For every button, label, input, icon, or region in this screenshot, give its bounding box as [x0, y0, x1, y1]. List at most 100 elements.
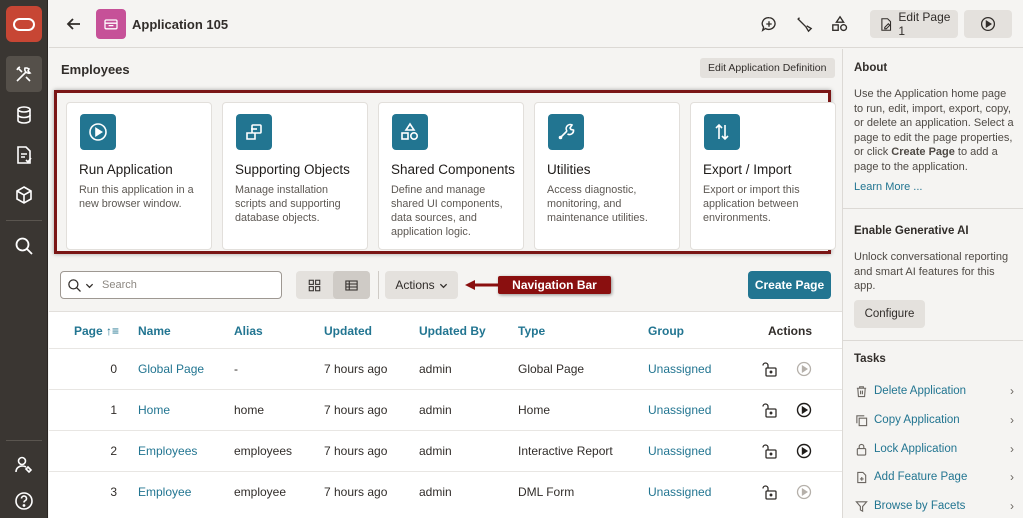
chevron-down-icon[interactable]: [85, 281, 94, 290]
wrench-icon: [548, 114, 584, 150]
cell-alias: employees: [234, 444, 293, 458]
column-header-updated-by[interactable]: Updated By: [419, 324, 486, 338]
card-export-import[interactable]: Export / Import Export or import this ap…: [690, 102, 836, 250]
edit-application-definition-button[interactable]: Edit Application Definition: [700, 58, 835, 78]
edit-page-label: Edit Page 1: [898, 10, 951, 38]
column-header-alias[interactable]: Alias: [234, 324, 263, 338]
cell-name-link[interactable]: Employee: [138, 485, 191, 499]
card-run-application[interactable]: Run Application Run this application in …: [66, 102, 212, 250]
cell-updated: 7 hours ago: [324, 444, 388, 458]
task-browse-by-facets[interactable]: Browse by Facets ›: [854, 496, 1014, 516]
card-description: Export or import this application betwee…: [703, 184, 800, 224]
run-page-icon[interactable]: [796, 443, 812, 459]
cell-updated: 7 hours ago: [324, 485, 388, 499]
cell-page: 3: [110, 485, 117, 499]
card-description: Define and manage shared UI components, …: [391, 184, 503, 238]
cell-name-link[interactable]: Employees: [138, 444, 197, 458]
oracle-logo-icon[interactable]: [6, 6, 42, 42]
run-page-button[interactable]: [964, 10, 1012, 38]
genai-heading: Enable Generative AI: [854, 225, 969, 237]
learn-more-link[interactable]: Learn More ...: [854, 180, 1014, 195]
lock-icon: [854, 442, 868, 456]
user-settings-icon[interactable]: [6, 447, 42, 483]
task-add-feature-page[interactable]: Add Feature Page ›: [854, 467, 1014, 487]
card-title: Utilities: [547, 162, 591, 177]
database-icon[interactable]: [6, 97, 42, 133]
back-arrow-icon[interactable]: [64, 14, 84, 34]
filter-icon: [854, 499, 868, 513]
header-bar: Application 105 Edit Page 1: [49, 0, 1023, 48]
cell-alias: employee: [234, 485, 287, 499]
unlock-icon[interactable]: [762, 443, 778, 459]
about-text: Use the Application home page to run, ed…: [854, 88, 1014, 173]
search-field[interactable]: [60, 271, 282, 299]
grid-icon: [308, 279, 321, 291]
search-input[interactable]: [102, 279, 272, 291]
card-title: Export / Import: [703, 162, 792, 177]
configure-button[interactable]: Configure: [854, 300, 925, 328]
task-lock-application[interactable]: Lock Application ›: [854, 439, 1014, 459]
create-page-button[interactable]: Create Page: [748, 271, 831, 299]
actions-menu-button[interactable]: Actions: [385, 271, 458, 299]
cell-group-link[interactable]: Unassigned: [648, 362, 711, 376]
page-title: Employees: [61, 62, 130, 77]
column-header-group[interactable]: Group: [648, 324, 684, 338]
cell-page: 2: [110, 444, 117, 458]
help-icon[interactable]: [6, 483, 42, 518]
actions-label: Actions: [395, 278, 435, 292]
cell-type: DML Form: [518, 485, 575, 499]
cell-group-link[interactable]: Unassigned: [648, 403, 711, 417]
column-header-name[interactable]: Name: [138, 324, 171, 338]
unlock-icon[interactable]: [762, 361, 778, 377]
card-supporting-objects[interactable]: Supporting Objects Manage installation s…: [222, 102, 368, 250]
icon-view-button[interactable]: [296, 271, 333, 299]
cell-updated-by: admin: [419, 403, 452, 417]
column-header-actions: Actions: [768, 324, 813, 338]
table-row: 3 Employee employee 7 hours ago admin DM…: [49, 471, 842, 512]
task-delete-application[interactable]: Delete Application ›: [854, 381, 1014, 401]
card-description: Run this application in a new browser wi…: [79, 184, 194, 210]
shared-components-icon[interactable]: [829, 13, 851, 35]
unlock-icon[interactable]: [762, 484, 778, 500]
card-title: Run Application: [79, 162, 173, 177]
unlock-icon[interactable]: [762, 402, 778, 418]
utilities-icon[interactable]: [793, 13, 815, 35]
app-builder-icon[interactable]: [6, 56, 42, 92]
about-heading: About: [854, 62, 888, 74]
cell-alias: home: [234, 403, 265, 417]
cell-updated: 7 hours ago: [324, 403, 388, 417]
app-icon: [96, 9, 126, 39]
cell-type: Global Page: [518, 362, 585, 376]
table-row: 0 Global Page - 7 hours ago admin Global…: [49, 348, 842, 389]
feedback-icon[interactable]: [758, 13, 780, 35]
cell-page: 0: [110, 362, 117, 376]
column-header-page[interactable]: Page ↑≡: [74, 324, 119, 338]
cell-name-link[interactable]: Home: [138, 403, 170, 417]
table-icon: [345, 279, 358, 291]
card-shared-components[interactable]: Shared Components Define and manage shar…: [378, 102, 524, 250]
cell-type: Home: [518, 403, 551, 417]
gallery-icon[interactable]: [6, 177, 42, 213]
play-icon: [980, 16, 996, 32]
edit-page-button[interactable]: Edit Page 1: [870, 10, 958, 38]
cell-name-link[interactable]: Global Page: [138, 362, 204, 376]
left-rail: [0, 0, 48, 518]
genai-text: Unlock conversational reporting and smar…: [854, 251, 1009, 292]
cell-group-link[interactable]: Unassigned: [648, 485, 711, 499]
column-header-updated[interactable]: Updated: [324, 324, 372, 338]
run-page-icon[interactable]: [796, 402, 812, 418]
cell-group-link[interactable]: Unassigned: [648, 444, 711, 458]
export-import-icon: [704, 114, 740, 150]
copy-icon: [854, 413, 868, 427]
report-view-button[interactable]: [333, 271, 370, 299]
task-copy-application[interactable]: Copy Application ›: [854, 410, 1014, 430]
card-description: Manage installation scripts and supporti…: [235, 184, 341, 224]
search-icon[interactable]: [6, 228, 42, 264]
team-development-icon[interactable]: [6, 137, 42, 173]
add-page-icon: [854, 470, 868, 484]
card-utilities[interactable]: Utilities Access diagnostic, monitoring,…: [534, 102, 680, 250]
cell-type: Interactive Report: [518, 444, 613, 458]
column-header-type[interactable]: Type: [518, 324, 545, 338]
tasks-heading: Tasks: [854, 353, 886, 365]
cell-updated: 7 hours ago: [324, 362, 388, 376]
